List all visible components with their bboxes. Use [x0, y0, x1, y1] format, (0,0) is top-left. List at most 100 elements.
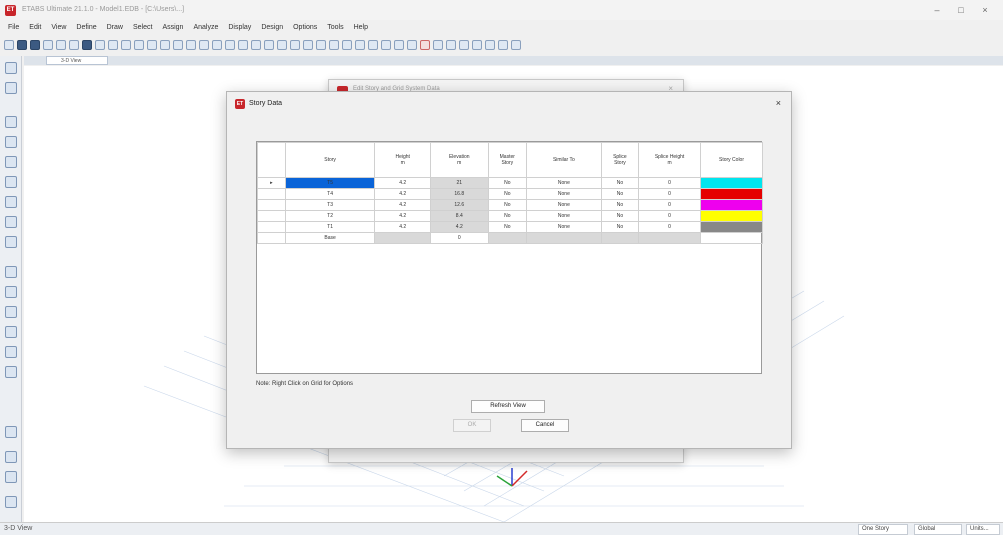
cell-story-color[interactable] [700, 177, 763, 189]
minimize-button[interactable]: – [929, 3, 945, 17]
story-dropdown[interactable]: One Story [858, 524, 908, 535]
cell-similar-to[interactable]: None [526, 188, 602, 200]
draw-column-icon[interactable] [5, 156, 17, 168]
draw-link-icon[interactable] [5, 266, 17, 278]
cell-splice-height[interactable]: 0 [638, 188, 702, 200]
zoom-extents-icon[interactable] [147, 40, 157, 50]
menu-analyze[interactable]: Analyze [188, 21, 223, 35]
cancel-button[interactable]: Cancel [521, 419, 569, 432]
plan-view-icon[interactable] [199, 40, 209, 50]
cell-splice-height[interactable]: 0 [638, 210, 702, 222]
lock-icon[interactable] [82, 40, 92, 50]
rotate-icon[interactable] [225, 40, 235, 50]
cell-height[interactable]: 4.2 [374, 221, 431, 233]
cell-master-story[interactable]: No [487, 199, 528, 211]
menu-define[interactable]: Define [71, 21, 101, 35]
menu-edit[interactable]: Edit [24, 21, 46, 35]
run-analysis-icon[interactable] [95, 40, 105, 50]
view-tab-3d[interactable]: 3-D View [46, 56, 108, 65]
draw-opening-icon[interactable] [5, 236, 17, 248]
cell-splice-height[interactable]: 0 [638, 199, 702, 211]
tee-section-icon[interactable] [459, 40, 469, 50]
cell-splice-story[interactable]: No [600, 199, 640, 211]
cell-similar-to[interactable]: None [526, 221, 602, 233]
table-row[interactable]: T4 4.2 16.8 No None No 0 [257, 188, 763, 200]
wall-section-icon[interactable] [472, 40, 482, 50]
ok-button[interactable]: OK [453, 419, 491, 432]
units-dropdown[interactable]: Units... [966, 524, 1000, 535]
close-window-button[interactable]: × [977, 3, 993, 17]
open-icon[interactable] [17, 40, 27, 50]
menu-design[interactable]: Design [256, 21, 288, 35]
select-intersect-icon[interactable] [5, 426, 17, 438]
set-display-icon[interactable] [290, 40, 300, 50]
cell-height[interactable]: 4.2 [374, 199, 431, 211]
cell-master-story[interactable]: No [487, 188, 528, 200]
assign-icon[interactable] [303, 40, 313, 50]
object-shrink-icon[interactable] [277, 40, 287, 50]
grid-icon[interactable] [407, 40, 417, 50]
draw-joint-icon[interactable] [5, 116, 17, 128]
cell-height[interactable]: 4.2 [374, 177, 431, 189]
move-down-icon[interactable] [264, 40, 274, 50]
pencil-icon[interactable] [69, 40, 79, 50]
cell-similar-to[interactable]: None [526, 177, 602, 189]
maximize-button[interactable]: □ [953, 3, 969, 17]
draw-floor-icon[interactable] [5, 196, 17, 208]
display-icon[interactable] [316, 40, 326, 50]
check-icon[interactable] [420, 40, 430, 50]
draw-beam-icon[interactable] [5, 136, 17, 148]
cell-story[interactable]: T4 [284, 188, 376, 200]
cell-master-story[interactable]: No [487, 210, 528, 222]
cell-similar-to[interactable]: None [526, 210, 602, 222]
table-row[interactable]: T1 4.2 4.2 No None No 0 [257, 221, 763, 233]
new-model-icon[interactable] [4, 40, 14, 50]
cell-story-color[interactable] [700, 221, 763, 233]
menu-select[interactable]: Select [128, 21, 157, 35]
cell-story[interactable]: T2 [284, 210, 376, 222]
cell-story[interactable]: T3 [284, 199, 376, 211]
dialog-close-button[interactable]: × [776, 98, 781, 108]
table-row[interactable]: T3 4.2 12.6 No None No 0 [257, 199, 763, 211]
pan-icon[interactable] [173, 40, 183, 50]
menu-help[interactable]: Help [349, 21, 373, 35]
line-icon[interactable] [485, 40, 495, 50]
design-icon[interactable] [381, 40, 391, 50]
story-grid[interactable]: Story Height m Elevation m Master Story … [256, 141, 763, 374]
save-icon[interactable] [30, 40, 40, 50]
select-previous-icon[interactable] [5, 451, 17, 463]
chart-icon[interactable] [368, 40, 378, 50]
cell-master-story[interactable]: No [487, 221, 528, 233]
pointer-icon[interactable] [5, 62, 17, 74]
cell-story-color[interactable] [700, 210, 763, 222]
menu-tools[interactable]: Tools [322, 21, 348, 35]
zoom-out-icon[interactable] [134, 40, 144, 50]
cell-story[interactable]: T5 [284, 177, 376, 189]
draw-grid-icon[interactable] [5, 346, 17, 358]
menu-assign[interactable]: Assign [157, 21, 188, 35]
cell-story[interactable]: T1 [284, 221, 376, 233]
draw-frame-icon[interactable] [329, 40, 339, 50]
redo-icon[interactable] [56, 40, 66, 50]
perspective-icon[interactable] [238, 40, 248, 50]
cell-height[interactable]: 4.2 [374, 188, 431, 200]
frame-section-icon[interactable] [433, 40, 443, 50]
draw-area-icon[interactable] [342, 40, 352, 50]
cell-story-color[interactable] [700, 199, 763, 211]
menu-view[interactable]: View [46, 21, 71, 35]
cell-splice-story[interactable]: No [600, 177, 640, 189]
cell-master-story[interactable]: No [487, 177, 528, 189]
table-row[interactable]: T2 4.2 8.4 No None No 0 [257, 210, 763, 222]
menu-display[interactable]: Display [223, 21, 256, 35]
menu-draw[interactable]: Draw [102, 21, 128, 35]
draw-brace-icon[interactable] [5, 176, 17, 188]
elevation-view-icon[interactable] [212, 40, 222, 50]
deselect-icon[interactable] [5, 471, 17, 483]
cell-elevation-base[interactable]: 0 [429, 232, 489, 244]
cell-story-color[interactable] [700, 188, 763, 200]
cell-height[interactable]: 4.2 [374, 210, 431, 222]
global-dropdown[interactable]: Global [914, 524, 962, 535]
reshape-icon[interactable] [5, 82, 17, 94]
point-icon[interactable] [498, 40, 508, 50]
draw-section-cut-icon[interactable] [5, 366, 17, 378]
